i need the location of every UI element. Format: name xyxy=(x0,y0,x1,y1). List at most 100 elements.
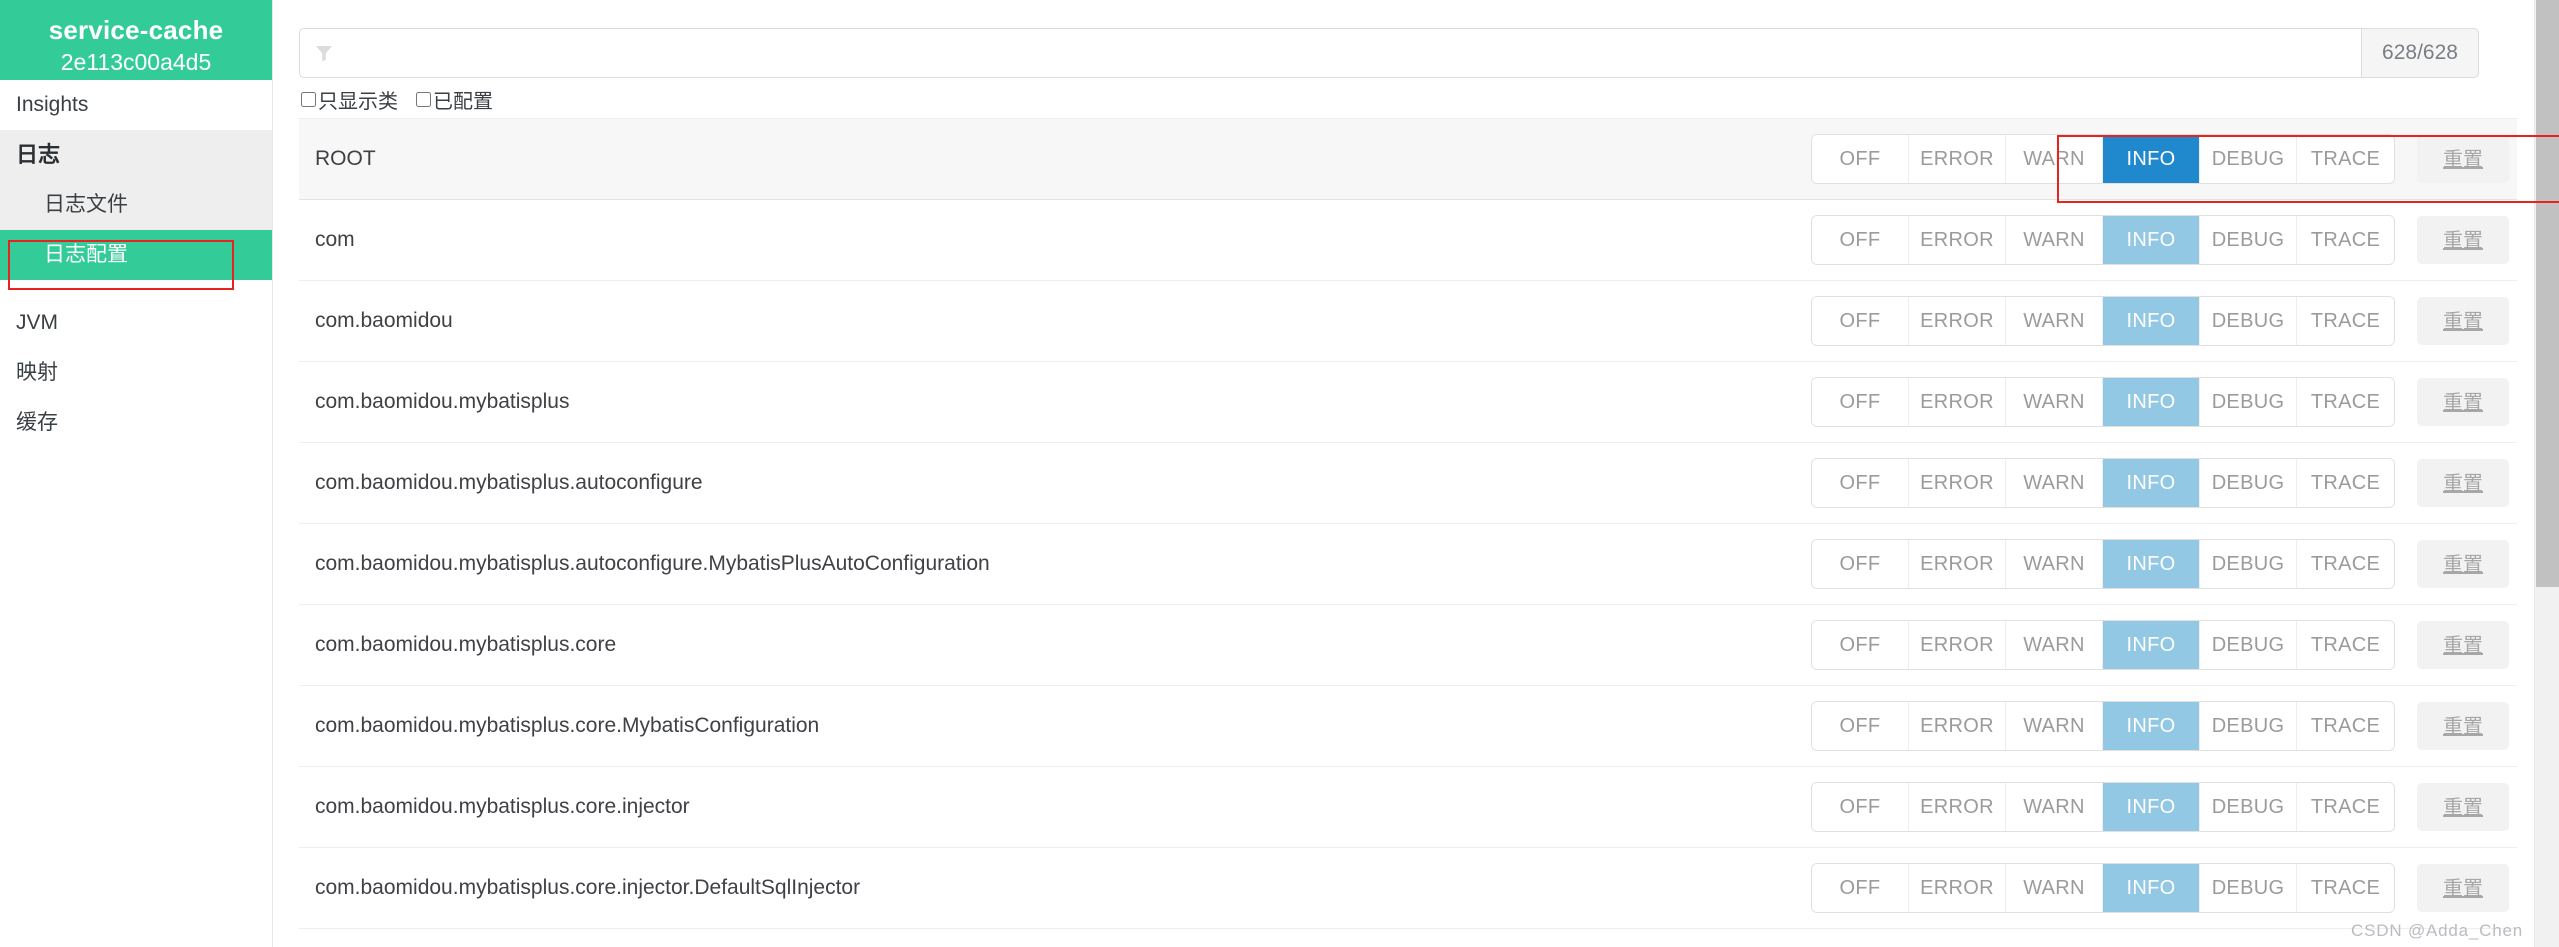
filter-checkbox-0[interactable]: 只显示类 xyxy=(301,85,398,114)
filter-checkbox-input-0[interactable] xyxy=(301,91,316,107)
reset-button[interactable]: 重置 xyxy=(2417,702,2509,750)
log-level-button-error[interactable]: ERROR xyxy=(1909,864,2006,912)
log-level-button-trace[interactable]: TRACE xyxy=(2297,783,2394,831)
log-level-button-warn[interactable]: WARN xyxy=(2006,621,2103,669)
sidebar-item-2[interactable]: 日志文件 xyxy=(0,180,272,230)
logger-name: com.baomidou.mybatisplus.core xyxy=(315,633,617,656)
log-level-button-error[interactable]: ERROR xyxy=(1909,216,2006,264)
log-level-button-error[interactable]: ERROR xyxy=(1909,702,2006,750)
log-level-button-debug[interactable]: DEBUG xyxy=(2200,378,2297,426)
log-level-button-debug[interactable]: DEBUG xyxy=(2200,135,2297,183)
log-level-button-trace[interactable]: TRACE xyxy=(2297,540,2394,588)
sidebar-item-5[interactable]: 映射 xyxy=(0,348,272,398)
log-level-button-off[interactable]: OFF xyxy=(1812,702,1909,750)
log-level-button-off[interactable]: OFF xyxy=(1812,864,1909,912)
log-level-button-trace[interactable]: TRACE xyxy=(2297,702,2394,750)
filter-input-wrapper[interactable] xyxy=(299,28,2361,78)
logger-row-controls: OFF ERROR WARN INFO DEBUG TRACE 重置 xyxy=(1811,134,2509,184)
log-level-button-off[interactable]: OFF xyxy=(1812,297,1909,345)
filter-checkbox-input-1[interactable] xyxy=(416,91,431,107)
sidebar-item-0[interactable]: Insights xyxy=(0,80,272,130)
log-level-button-info[interactable]: INFO xyxy=(2103,378,2200,426)
log-level-button-debug[interactable]: DEBUG xyxy=(2200,864,2297,912)
log-level-button-debug[interactable]: DEBUG xyxy=(2200,297,2297,345)
sidebar-item-3[interactable]: 日志配置 xyxy=(0,230,272,280)
log-level-button-error[interactable]: ERROR xyxy=(1909,783,2006,831)
log-level-button-warn[interactable]: WARN xyxy=(2006,702,2103,750)
reset-button[interactable]: 重置 xyxy=(2417,540,2509,588)
log-level-button-off[interactable]: OFF xyxy=(1812,540,1909,588)
log-level-button-info[interactable]: INFO xyxy=(2103,783,2200,831)
watermark: CSDN @Adda_Chen xyxy=(2351,921,2523,940)
log-level-button-warn[interactable]: WARN xyxy=(2006,540,2103,588)
log-level-button-trace[interactable]: TRACE xyxy=(2297,621,2394,669)
logger-filter-input[interactable] xyxy=(334,40,2347,66)
log-level-button-off[interactable]: OFF xyxy=(1812,378,1909,426)
log-level-button-info[interactable]: INFO xyxy=(2103,540,2200,588)
reset-button[interactable]: 重置 xyxy=(2417,216,2509,264)
log-level-button-warn[interactable]: WARN xyxy=(2006,783,2103,831)
log-level-button-warn[interactable]: WARN xyxy=(2006,459,2103,507)
reset-button[interactable]: 重置 xyxy=(2417,378,2509,426)
log-level-button-trace[interactable]: TRACE xyxy=(2297,459,2394,507)
log-level-button-group: OFF ERROR WARN INFO DEBUG TRACE xyxy=(1811,539,2395,589)
log-level-button-group: OFF ERROR WARN INFO DEBUG TRACE xyxy=(1811,377,2395,427)
main-content: 628/628 只显示类 已配置 ROOT OFF ERROR WARN INFO DEBU… xyxy=(273,0,2559,947)
reset-button[interactable]: 重置 xyxy=(2417,459,2509,507)
log-level-button-debug[interactable]: DEBUG xyxy=(2200,621,2297,669)
logger-row: com OFF ERROR WARN INFO DEBUG TRACE 重置 xyxy=(299,200,2517,281)
log-level-button-info[interactable]: INFO xyxy=(2103,621,2200,669)
log-level-button-info[interactable]: INFO xyxy=(2103,702,2200,750)
sidebar: service-cache 2e113c00a4d5 Insights 日志 日志文… xyxy=(0,0,273,947)
log-level-button-off[interactable]: OFF xyxy=(1812,135,1909,183)
log-level-button-error[interactable]: ERROR xyxy=(1909,459,2006,507)
log-level-button-error[interactable]: ERROR xyxy=(1909,297,2006,345)
log-level-button-off[interactable]: OFF xyxy=(1812,459,1909,507)
log-level-button-trace[interactable]: TRACE xyxy=(2297,135,2394,183)
filter-checkbox-1[interactable]: 已配置 xyxy=(416,85,493,114)
scrollbar-thumb[interactable] xyxy=(2536,0,2559,587)
sidebar-spacer xyxy=(0,280,272,298)
sidebar-item-4[interactable]: JVM xyxy=(0,298,272,348)
reset-button[interactable]: 重置 xyxy=(2417,864,2509,912)
main-inner: 628/628 只显示类 已配置 ROOT OFF ERROR WARN INFO DEBU… xyxy=(273,0,2559,929)
log-level-button-warn[interactable]: WARN xyxy=(2006,864,2103,912)
log-level-button-debug[interactable]: DEBUG xyxy=(2200,702,2297,750)
log-level-button-trace[interactable]: TRACE xyxy=(2297,216,2394,264)
log-level-button-off[interactable]: OFF xyxy=(1812,783,1909,831)
log-level-button-warn[interactable]: WARN xyxy=(2006,297,2103,345)
log-level-button-trace[interactable]: TRACE xyxy=(2297,297,2394,345)
logger-name: com.baomidou.mybatisplus.core.MybatisCon… xyxy=(315,714,820,737)
log-level-button-debug[interactable]: DEBUG xyxy=(2200,540,2297,588)
sidebar-item-6[interactable]: 缓存 xyxy=(0,398,272,448)
reset-button[interactable]: 重置 xyxy=(2417,297,2509,345)
log-level-button-error[interactable]: ERROR xyxy=(1909,621,2006,669)
log-level-button-debug[interactable]: DEBUG xyxy=(2200,216,2297,264)
logger-row: com.baomidou.mybatisplus.core.injector OF… xyxy=(299,767,2517,848)
sidebar-item-1[interactable]: 日志 xyxy=(0,130,272,180)
filter-options: 只显示类 已配置 xyxy=(301,85,2517,114)
vertical-scrollbar[interactable] xyxy=(2534,0,2559,947)
log-level-button-debug[interactable]: DEBUG xyxy=(2200,783,2297,831)
logger-name: com.baomidou.mybatisplus.core.injector xyxy=(315,795,690,818)
log-level-button-warn[interactable]: WARN xyxy=(2006,135,2103,183)
log-level-button-off[interactable]: OFF xyxy=(1812,621,1909,669)
log-level-button-off[interactable]: OFF xyxy=(1812,216,1909,264)
log-level-button-error[interactable]: ERROR xyxy=(1909,135,2006,183)
log-level-button-info[interactable]: INFO xyxy=(2103,864,2200,912)
reset-button[interactable]: 重置 xyxy=(2417,135,2509,183)
log-level-button-debug[interactable]: DEBUG xyxy=(2200,459,2297,507)
log-level-button-error[interactable]: ERROR xyxy=(1909,540,2006,588)
reset-button[interactable]: 重置 xyxy=(2417,621,2509,669)
log-level-button-trace[interactable]: TRACE xyxy=(2297,864,2394,912)
log-level-button-warn[interactable]: WARN xyxy=(2006,378,2103,426)
log-level-button-info[interactable]: INFO xyxy=(2103,216,2200,264)
log-level-button-error[interactable]: ERROR xyxy=(1909,378,2006,426)
brand-header: service-cache 2e113c00a4d5 xyxy=(0,0,272,80)
log-level-button-warn[interactable]: WARN xyxy=(2006,216,2103,264)
log-level-button-trace[interactable]: TRACE xyxy=(2297,378,2394,426)
log-level-button-info[interactable]: INFO xyxy=(2103,135,2200,183)
reset-button[interactable]: 重置 xyxy=(2417,783,2509,831)
log-level-button-info[interactable]: INFO xyxy=(2103,459,2200,507)
log-level-button-info[interactable]: INFO xyxy=(2103,297,2200,345)
